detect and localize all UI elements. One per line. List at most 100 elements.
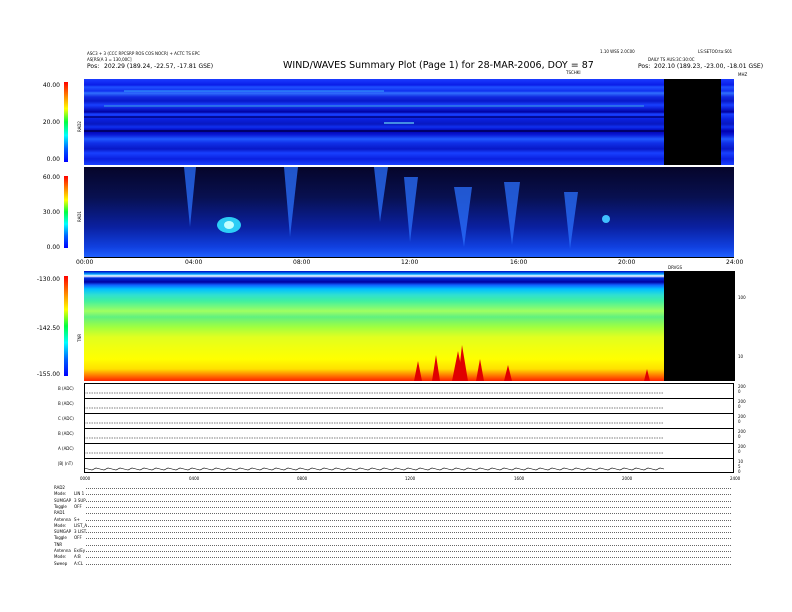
- rad1-bursts: [184, 167, 610, 249]
- lineplot-right-ticks: 200 0: [738, 384, 746, 394]
- info-key: RAD2: [54, 485, 65, 490]
- lineplot-label: B (ADC): [58, 401, 74, 406]
- tnr-burst: [476, 359, 484, 381]
- info-key: Toggle: [54, 535, 67, 541]
- tnr-data-gap: [664, 271, 734, 381]
- tnr-cbar-tick-mid: -142.50: [36, 325, 60, 332]
- header-right-pos-label: Pos:: [638, 63, 651, 70]
- rad2-cbar-tick-bottom: 0.00: [46, 156, 60, 163]
- info-key: Antenna: [54, 548, 71, 553]
- lineplot-trace: [84, 437, 664, 439]
- tnr-gap-label: DRVGS: [668, 265, 683, 270]
- tnr-cbar-tick-bottom: -155.00: [36, 371, 60, 378]
- info-key: TNR: [54, 541, 63, 547]
- rad2-cbar-tick-mid: 20.00: [42, 119, 60, 126]
- info-value: A:B: [74, 554, 81, 560]
- info-value: LIN 1: [74, 491, 85, 497]
- tnr-right-axis: [734, 271, 735, 381]
- info-value: OFF: [74, 503, 82, 509]
- time-axis-top-line: [84, 257, 734, 258]
- info-key: Mode:: [54, 554, 67, 560]
- lineplot-trace: [84, 422, 664, 424]
- info-value: Ex/Ey: [74, 548, 86, 553]
- rad1-burst: [404, 177, 418, 242]
- freq-label: TSCHKI: [566, 70, 581, 75]
- info-key: SUMGAP: [54, 497, 72, 503]
- page-title: WIND/WAVES Summary Plot (Page 1) for 28-…: [283, 60, 594, 71]
- header-left-pos-label: Pos:: [87, 63, 100, 70]
- info-dotted-line: [86, 506, 731, 508]
- lineplot-right-ticks: 200 0: [738, 399, 746, 409]
- rad2-cbar-tick-top: 40.00: [42, 82, 60, 89]
- info-value: OFF: [74, 535, 82, 541]
- lineplot-label: C (ADC): [58, 416, 74, 421]
- rad2-data-gap: [664, 79, 721, 165]
- info-dotted-line: [86, 557, 731, 559]
- tnr-right-tick-100: 100: [738, 295, 746, 300]
- lineplot-trace: [84, 452, 664, 454]
- tnr-right-tick-10: 10: [738, 354, 744, 359]
- header-right-pos-value: 202.10 (189.23, -23.00, -18.01 GSE): [654, 63, 764, 70]
- rad1-burst: [284, 167, 298, 237]
- lineplot-line: [83, 467, 665, 471]
- rad1-colorbar: [64, 176, 68, 248]
- rad1-burst: [564, 192, 578, 249]
- lineplot-trace: [83, 467, 665, 471]
- time-tick-bottom-2: 0800: [297, 476, 308, 481]
- info-dotted-line: [86, 494, 731, 496]
- info-dotted-line: [86, 488, 731, 489]
- info-dotted-line: [86, 563, 731, 565]
- info-key: Sweep: [54, 560, 68, 566]
- time-tick-bottom-6: 2400: [730, 476, 741, 481]
- tnr-burst: [504, 365, 512, 381]
- tnr-burst: [414, 361, 422, 381]
- info-key: RAD1: [54, 510, 65, 516]
- tnr-colorbar: [64, 276, 68, 376]
- info-dotted-line: [86, 500, 731, 502]
- lineplot-label: |B| (nT): [58, 461, 73, 466]
- rad1-cbar-tick-top: 60.00: [42, 174, 60, 181]
- lineplot-trace: [84, 407, 664, 409]
- rad1-burst: [454, 187, 472, 247]
- rad2-colorbar: [64, 82, 68, 162]
- lineplot-right-ticks: 200 0: [738, 414, 746, 424]
- lineplot-trace: [84, 392, 664, 394]
- rad1-cbar-tick-mid: 30.00: [42, 209, 60, 216]
- rad1-axis-label: RAD1: [77, 211, 82, 222]
- rad1-burst: [184, 167, 196, 227]
- time-tick-bottom-3: 1200: [405, 476, 416, 481]
- mhz-label: MHZ: [738, 72, 748, 77]
- info-dotted-line: [86, 519, 731, 521]
- info-key: SUMGAP: [54, 529, 72, 535]
- tnr-burst: [432, 355, 440, 381]
- lineplot-label: B (ADC): [58, 386, 74, 391]
- time-tick-1: 04:00: [185, 259, 203, 266]
- tnr-bursts: [414, 345, 650, 381]
- time-tick-0: 00:00: [76, 259, 94, 266]
- time-tick-bottom-5: 2000: [622, 476, 633, 481]
- header-right-line3: DAILY TS AUS:3C:30:0C: [648, 57, 695, 62]
- rad2-axis-label: RAD2: [77, 121, 82, 132]
- time-tick-bottom-1: 0400: [189, 476, 200, 481]
- info-key: Mode:: [54, 522, 67, 528]
- rad1-burst: [374, 167, 388, 222]
- info-dotted-line: [86, 538, 731, 540]
- lineplot-label: A (ADC): [58, 446, 74, 451]
- time-tick-bottom-4: 1600: [514, 476, 525, 481]
- info-key: Toggle: [54, 503, 67, 509]
- info-value: 3 SUP: [74, 497, 86, 503]
- header-left-line2: AS[RS(A 3 = 130,00C]: [87, 57, 132, 62]
- header-left-pos-value: 202.29 (189.24, -22.57, -17.81 GSE): [104, 63, 214, 70]
- info-key: Mode:: [54, 491, 67, 497]
- info-key: Antenna: [54, 516, 71, 522]
- rad2-streaks: [84, 90, 664, 132]
- info-value: 3 LIST: [74, 529, 87, 535]
- time-tick-6: 24:00: [726, 259, 744, 266]
- time-tick-bottom-0: 0000: [80, 476, 91, 481]
- time-tick-5: 20:00: [618, 259, 636, 266]
- info-dotted-line: [86, 513, 731, 515]
- info-dotted-line: [86, 532, 731, 534]
- time-tick-4: 16:00: [510, 259, 528, 266]
- tnr-burst: [644, 369, 650, 381]
- rad1-bright-core: [224, 221, 234, 229]
